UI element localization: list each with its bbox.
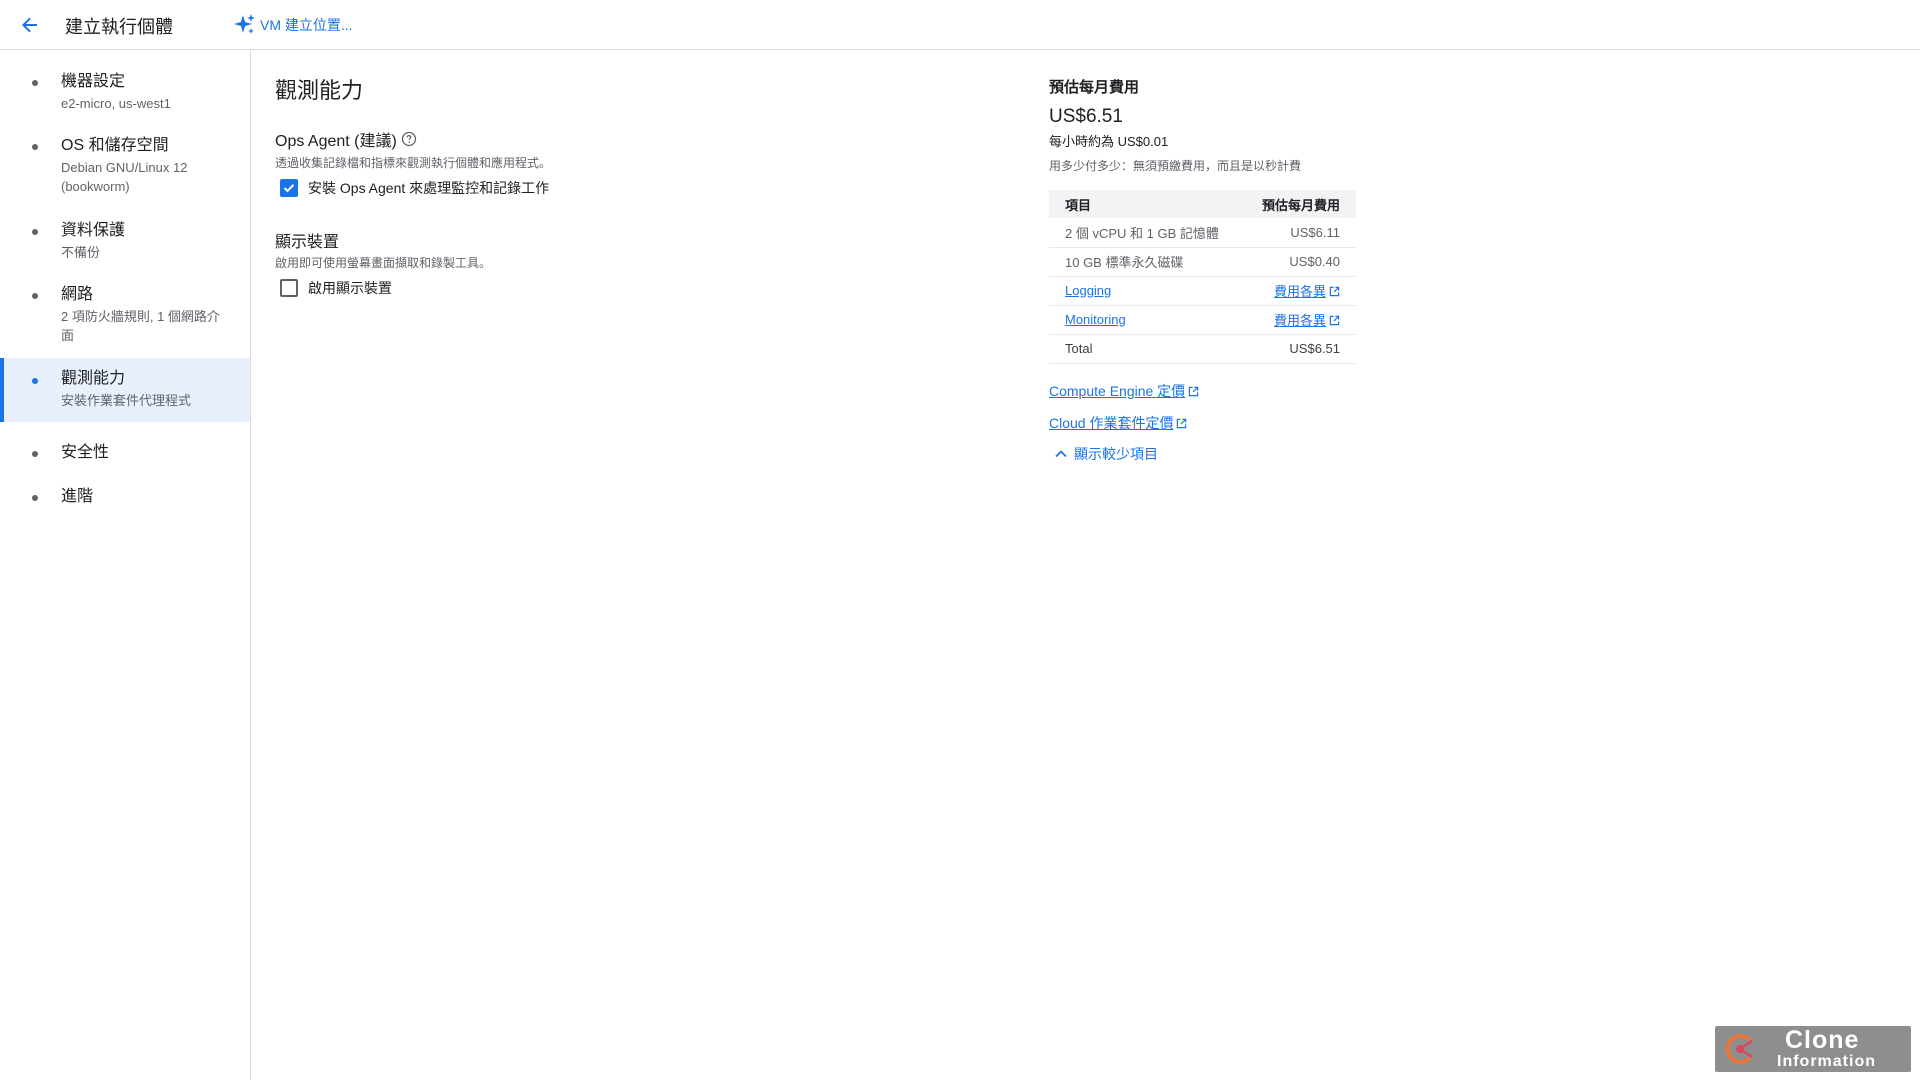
bullet-icon: [32, 378, 38, 384]
external-link-icon: [1329, 286, 1340, 297]
monitoring-cost-link[interactable]: 費用各異: [1274, 313, 1340, 328]
checkbox-unchecked[interactable]: [280, 279, 298, 297]
watermark-badge: Clone Information: [1715, 1026, 1911, 1072]
sidebar-item-summary: 2 項防火牆規則, 1 個網路介面: [61, 309, 220, 343]
logging-cost-text: 費用各異: [1273, 284, 1326, 299]
external-link-icon: [1177, 418, 1187, 429]
bullet-icon: [32, 293, 38, 299]
vm-creation-assist-button[interactable]: VM 建立位置...: [232, 12, 353, 38]
table-row: 2 個 vCPU 和 1 GB 記憶體 US$6.11: [1049, 218, 1356, 248]
sidebar-item-label: OS 和儲存空間: [61, 137, 169, 154]
row-item: Total: [1049, 334, 1242, 364]
billing-note: 用多少付多少：無須預繳費用，而且是以秒計費: [1049, 159, 1302, 173]
display-device-title-text: 顯示裝置: [275, 234, 340, 251]
sidebar-item-label: 機器設定: [61, 73, 126, 90]
bullet-icon: [32, 229, 38, 235]
checkbox-checked[interactable]: [280, 179, 298, 197]
row-cost: US$6.11: [1241, 218, 1356, 248]
row-item: 2 個 vCPU 和 1 GB 記憶體: [1049, 218, 1242, 248]
cost-breakdown-table: 項目 預估每月費用 2 個 vCPU 和 1 GB 記憶體 US$6.11 10…: [1049, 190, 1356, 364]
bullet-icon: [32, 495, 38, 501]
top-header: 建立執行個體 VM 建立位置...: [0, 0, 1920, 50]
sidebar-item-label: 網路: [61, 286, 94, 303]
sidebar-item-security[interactable]: 安全性: [0, 442, 250, 464]
row-cost: US$6.51: [1241, 334, 1356, 364]
row-cost: US$0.40: [1241, 247, 1356, 277]
ops-agent-description: 透過收集記錄檔和指標來觀測執行個體和應用程式。: [275, 156, 552, 170]
monitoring-cost-text: 費用各異: [1273, 313, 1326, 328]
table-header-cost: 預估每月費用: [1241, 190, 1356, 218]
bullet-icon: [32, 451, 38, 457]
hourly-price: 每小時約為 US$0.01: [1049, 134, 1169, 149]
check-icon: [283, 184, 295, 193]
display-device-checkbox-label: 啟用顯示裝置: [308, 280, 392, 296]
sidebar-item-summary: Debian GNU/Linux 12 (bookworm): [61, 160, 188, 194]
table-row: 10 GB 標準永久磁碟 US$0.40: [1049, 247, 1356, 277]
sidebar-item-label: 進階: [61, 488, 94, 505]
sidebar-item-summary: 安裝作業套件代理程式: [61, 393, 192, 408]
cost-panel-title: 預估每月費用: [1049, 79, 1140, 96]
cloud-ops-pricing-link[interactable]: Cloud 作業套件定價: [1049, 413, 1187, 433]
arrow-back-icon: [22, 17, 37, 33]
sidebar-item-label: 觀測能力: [61, 370, 126, 387]
monitoring-link[interactable]: Monitoring: [1065, 312, 1126, 327]
vm-creation-assist-label: VM 建立位置...: [260, 17, 353, 33]
sidebar-item-os-storage[interactable]: OS 和儲存空間 Debian GNU/Linux 12 (bookworm): [0, 135, 250, 196]
sidebar-nav: 機器設定 e2-micro, us-west1 OS 和儲存空間 Debian …: [0, 50, 251, 1080]
bullet-icon: [32, 144, 38, 150]
chevron-up-icon: [1055, 450, 1067, 458]
display-device-title: 顯示裝置: [275, 228, 339, 252]
ops-agent-checkbox[interactable]: 安裝 Ops Agent 來處理監控和記錄工作: [280, 178, 549, 198]
sparkle-icon: [234, 14, 255, 34]
row-item-logging-link: Logging: [1049, 276, 1242, 306]
sidebar-item-networking[interactable]: 網路 2 項防火牆規則, 1 個網路介面: [0, 284, 250, 345]
bullet-icon: [32, 80, 38, 86]
watermark-line1: Clone: [1785, 1026, 1860, 1054]
help-icon[interactable]: [401, 131, 417, 147]
monthly-price: US$6.51: [1049, 106, 1123, 127]
section-heading: 觀測能力: [275, 78, 364, 103]
back-button[interactable]: [16, 11, 44, 39]
watermark-line2: Information: [1777, 1053, 1876, 1070]
sidebar-item-advanced[interactable]: 進階: [0, 486, 250, 508]
sidebar-item-summary: e2-micro, us-west1: [61, 96, 171, 111]
display-device-description: 啟用即可使用螢幕畫面擷取和錄製工具。: [275, 256, 492, 270]
external-link-icon: [1329, 315, 1340, 326]
sidebar-item-observability[interactable]: 觀測能力 安裝作業套件代理程式: [0, 358, 250, 422]
ops-agent-title-text: Ops Agent (建議): [275, 133, 397, 150]
external-link-icon: [1188, 386, 1199, 397]
show-less-label: 顯示較少項目: [1074, 446, 1158, 462]
watermark-logo-icon: [1725, 1034, 1753, 1064]
page-title: 建立執行個體: [65, 17, 173, 37]
table-row: Logging 費用各異: [1049, 276, 1356, 306]
cloud-ops-pricing-text: Cloud 作業套件定價: [1049, 415, 1174, 431]
table-header-row: 項目 預估每月費用: [1049, 190, 1356, 218]
sidebar-item-summary: 不備份: [61, 245, 101, 260]
sidebar-item-data-protection[interactable]: 資料保護 不備份: [0, 220, 250, 262]
row-item: 10 GB 標準永久磁碟: [1049, 247, 1242, 277]
logging-cost-link[interactable]: 費用各異: [1274, 284, 1340, 299]
row-item-monitoring-link: Monitoring: [1049, 305, 1242, 335]
compute-engine-pricing-link[interactable]: Compute Engine 定價: [1049, 381, 1199, 401]
display-device-checkbox[interactable]: 啟用顯示裝置: [280, 278, 392, 298]
sidebar-item-machine-config[interactable]: 機器設定 e2-micro, us-west1: [0, 71, 250, 113]
table-header-item: 項目: [1049, 190, 1242, 218]
compute-engine-pricing-text: Compute Engine 定價: [1049, 383, 1186, 399]
logging-link[interactable]: Logging: [1065, 283, 1111, 298]
table-row-total: Total US$6.51: [1049, 334, 1356, 364]
sidebar-item-label: 資料保護: [61, 222, 126, 239]
row-cost: 費用各異: [1241, 305, 1356, 335]
table-row: Monitoring 費用各異: [1049, 305, 1356, 335]
sidebar-item-label: 安全性: [61, 444, 110, 461]
show-less-button[interactable]: 顯示較少項目: [1053, 444, 1158, 464]
row-cost: 費用各異: [1241, 276, 1356, 306]
ops-agent-title: Ops Agent (建議): [275, 127, 417, 151]
ops-agent-checkbox-label: 安裝 Ops Agent 來處理監控和記錄工作: [308, 180, 550, 196]
